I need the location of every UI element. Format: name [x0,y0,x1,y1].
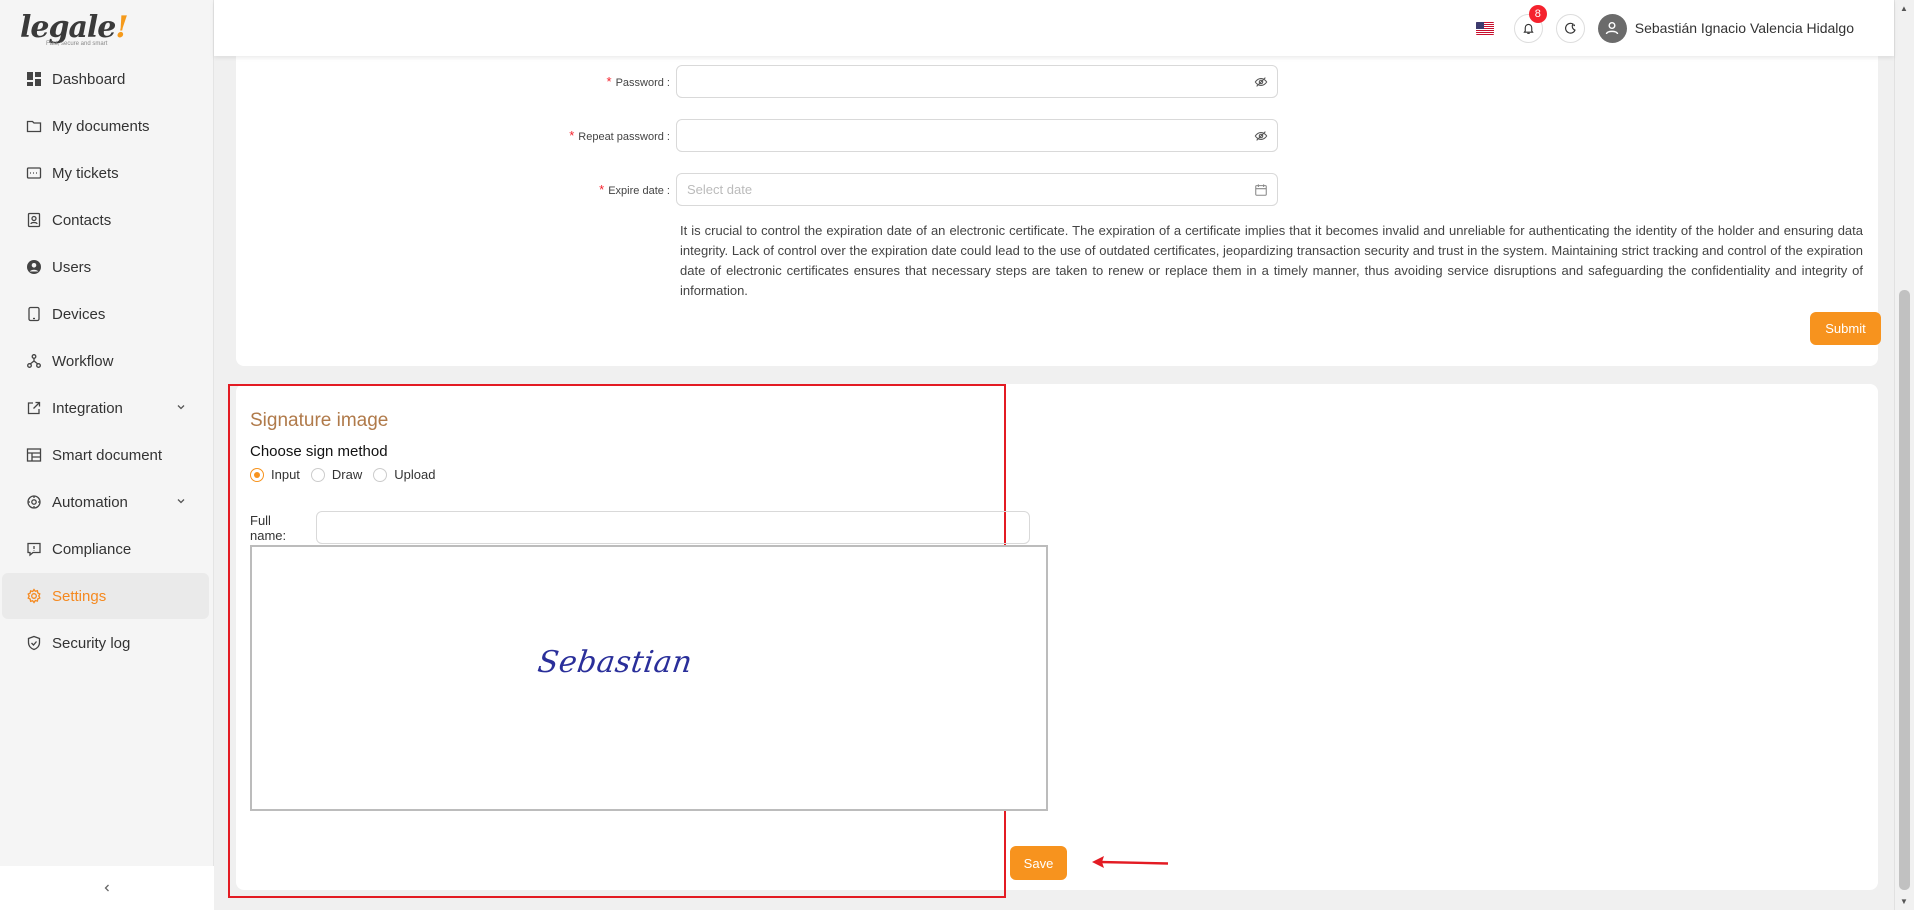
sidebar-item-label: Users [52,258,92,276]
signature-image-title: Signature image [250,410,389,431]
avatar[interactable] [1597,13,1627,43]
repeat-password-field[interactable] [676,119,1278,152]
password-row: * Password : [236,65,1278,98]
chevron-down-icon [177,499,185,504]
user-name[interactable]: Sebastián Ignacio Valencia Hidalgo [1635,20,1854,36]
calendar-icon [1255,184,1267,196]
sidebar-item-workflow[interactable]: Workflow [2,338,209,384]
expire-date-label: * Expire date : [599,182,670,197]
signature-preview-canvas[interactable]: Sebastian [250,545,1048,811]
radio-button[interactable] [310,467,325,482]
sidebar-item-label: Automation [52,493,128,511]
full-name-label: Full name: [250,512,287,543]
repeat-password-label: * Repeat password : [569,128,670,143]
expire-date-picker[interactable]: Select date [676,173,1278,206]
theme-toggle-button[interactable] [1555,13,1585,43]
sidebar-item-label: My tickets [52,164,119,182]
expire-date-placeholder: Select date [687,182,753,197]
us-flag-icon[interactable] [1475,21,1494,35]
user-circle-icon [25,258,43,276]
notification-badge: 8 [1528,4,1547,23]
notifications-button[interactable]: 8 [1513,4,1547,43]
expire-date-row: * Expire date : Select date [236,173,1278,206]
dashboard-icon [25,70,43,88]
arrow-annotation-icon [1092,856,1169,868]
sidebar-item-compliance[interactable]: Compliance [2,526,209,572]
sidebar-item-automation[interactable]: Automation [2,479,209,525]
radio-draw[interactable]: Draw [310,467,362,482]
radio-button-selected[interactable] [250,467,264,482]
sidebar-item-integration[interactable]: Integration [2,385,209,431]
sidebar-item-my-documents[interactable]: My documents [2,103,209,149]
comment-icon [25,540,43,558]
sidebar-item-devices[interactable]: Devices [2,291,209,337]
shield-icon [25,634,43,652]
sidebar-item-label: Workflow [52,352,114,370]
sidebar-item-users[interactable]: Users [2,244,209,290]
sidebar-item-label: Devices [52,305,106,323]
scroll-up-arrow-icon[interactable]: ▲ [1900,4,1908,13]
sidebar-collapse-button[interactable] [0,866,214,910]
sidebar-item-label: My documents [52,117,150,135]
sidebar-item-label: Contacts [52,211,112,229]
logo-tagline: Fast, secure and smart [46,41,108,47]
full-name-row: Full name: [250,511,1031,544]
sidebar-item-settings[interactable]: Settings [2,573,209,619]
sidebar-item-contacts[interactable]: Contacts [2,197,209,243]
sign-method-radio-group: Input Draw Upload [250,467,446,482]
logo-text: legale! [20,10,129,45]
workflow-icon [25,352,43,370]
signature-preview-text: Sebastian [535,645,695,680]
submit-button[interactable]: Submit [1810,312,1881,345]
sidebar-item-label: Compliance [52,540,132,558]
eye-invisible-icon[interactable] [1254,129,1268,143]
moon-icon [1564,22,1576,34]
folder-icon [25,117,43,135]
expiration-help-text: It is crucial to control the expiration … [680,223,1863,298]
sidebar-item-label: Smart document [52,446,163,464]
sidebar-item-my-tickets[interactable]: My tickets [2,150,209,196]
radio-input[interactable]: Input [250,467,300,482]
external-link-icon [25,399,43,417]
sidebar-item-label: Settings [52,587,107,605]
ticket-icon [25,164,43,182]
scroll-down-arrow-icon[interactable]: ▼ [1900,897,1908,906]
contacts-icon [25,211,43,229]
radio-button[interactable] [373,467,388,482]
page-scrollbar[interactable]: ▲ ▼ [1894,0,1914,910]
repeat-password-row: * Repeat password : [236,119,1278,152]
scroll-thumb[interactable] [1899,290,1910,890]
chevron-down-icon [177,405,185,410]
eye-invisible-icon[interactable] [1254,75,1268,89]
user-icon [1606,22,1619,35]
bell-icon [1523,23,1534,34]
radio-upload[interactable]: Upload [373,467,435,482]
sidebar-item-label: Security log [52,634,131,652]
sidebar-item-smart-document[interactable]: Smart document [2,432,209,478]
tablet-icon [25,305,43,323]
chevron-left-icon [104,884,109,892]
top-header: 8 Sebastián Ignacio Valencia Hidalgo [214,0,1894,56]
gear-icon [25,587,43,605]
certificate-card: * Password : * Repeat password : * Expire d… [236,56,1881,366]
automation-icon [25,493,43,511]
highlight-box: Signature image Choose sign method Input… [228,384,1169,898]
full-name-input[interactable] [315,511,1031,544]
password-field[interactable] [676,65,1278,98]
choose-sign-method-label: Choose sign method [250,443,388,460]
sidebar-item-label: Integration [52,399,123,417]
password-label: * Password : [606,74,670,89]
main-content: * Password : * Repeat password : * Expire d… [214,56,1894,910]
layout-icon [25,446,43,464]
sidebar-item-dashboard[interactable]: Dashboard [2,56,209,102]
sidebar-item-security-log[interactable]: Security log [2,620,209,666]
sidebar-item-label: Dashboard [52,70,126,88]
app-logo[interactable]: legale! Fast, secure and smart [0,0,213,56]
sidebar: legale! Fast, secure and smart Dashboard… [0,0,214,910]
save-button[interactable]: Save [1010,846,1067,880]
sidebar-nav: Dashboard My documents My tickets Contac… [0,56,213,666]
